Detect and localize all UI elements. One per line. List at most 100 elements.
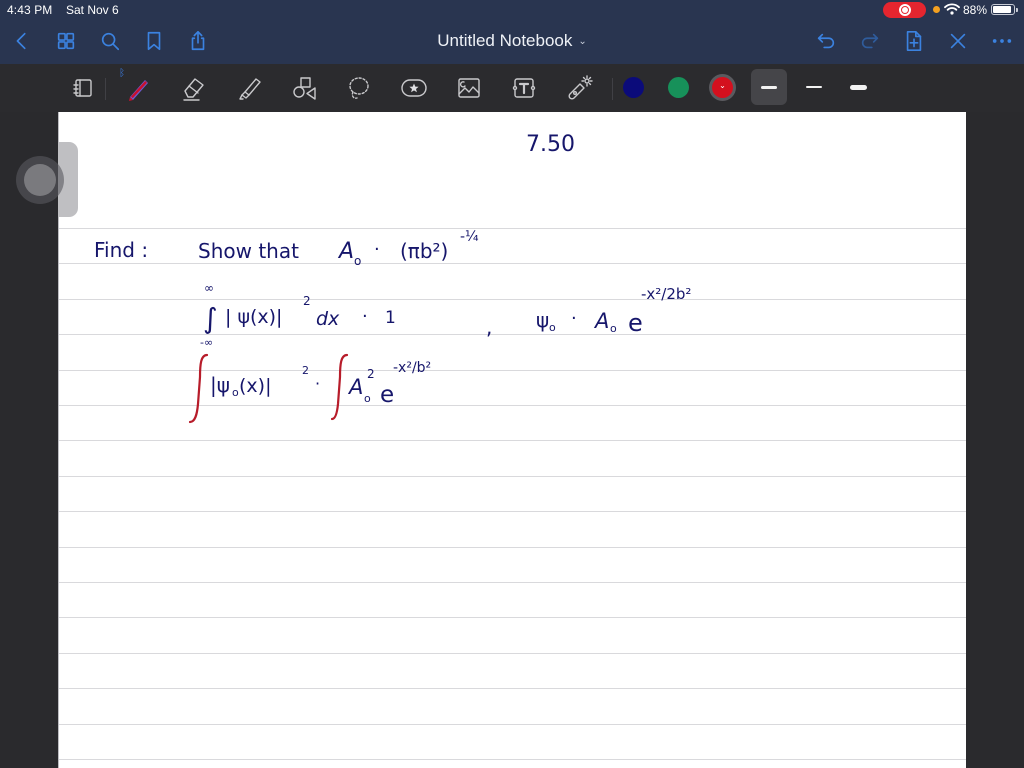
lasso-icon [349,77,369,99]
equals-dot-2: · [362,306,368,327]
redo-icon [861,33,879,49]
e-symbol-2: e [380,382,394,408]
lasso-tool-button[interactable] [342,72,376,104]
thumbnails-button[interactable] [53,28,79,54]
status-date: Sat Nov 6 [66,3,119,17]
integrand-psi0-subscript: o [232,386,239,399]
eraser-icon [183,78,204,101]
chevron-down-icon: ⌄ [719,81,726,90]
pen-icon [129,80,148,101]
integrand-psi0: |ψ [210,373,230,397]
equals-dot-3: · [571,308,577,329]
notebook-title[interactable]: Untitled Notebook ⌄ [437,31,587,50]
share-button[interactable] [185,28,211,54]
highlighter-icon [239,78,261,100]
a0-symbol: A [337,239,354,264]
pen-tool-button[interactable]: ᛒ [119,68,155,104]
goodnotes-app: 4:43 PM Sat Nov 6 88% Untitled Notebook … [0,0,1024,768]
undo-button[interactable] [813,28,839,54]
color-swatch-navy[interactable] [623,77,644,98]
add-page-button[interactable] [901,28,927,54]
psi0-symbol: ψ [536,308,549,332]
integrand-power: 2 [302,364,309,377]
image-icon [458,78,480,98]
sticker-icon [401,79,427,97]
bluetooth-icon: ᛒ [119,68,125,79]
status-time: 4:43 PM [7,3,53,17]
add-page-icon [906,31,922,51]
back-button[interactable] [9,28,35,54]
integral-sign-red-1 [188,353,209,424]
more-icon [992,39,1012,43]
integral-sign: ∫ [203,302,218,335]
value-one: 1 [385,308,396,328]
search-button[interactable] [97,28,123,54]
equals-dot-4: · [315,374,320,393]
laser-pointer-icon [568,75,593,100]
psi0-subscript: o [549,321,556,334]
handwriting-layer: 7.50 Find : Show that A o · (πb²) -¼ ∞ ∫… [94,132,691,424]
stroke-width-medium[interactable] [751,69,787,105]
laser-pointer-tool-button[interactable] [562,72,596,104]
shapes-icon [293,77,316,100]
assistive-touch-button[interactable] [16,156,64,204]
highlighter-tool-button[interactable] [232,72,266,104]
a0-squared-subscript: o [364,392,371,405]
record-dot-icon [902,7,908,13]
a0-squared-power: 2 [367,367,375,381]
image-tool-button[interactable] [452,72,486,104]
redo-button[interactable] [857,28,883,54]
close-toolbar-button[interactable] [945,28,971,54]
sticker-tool-button[interactable] [397,72,431,104]
a0-symbol-2: A [593,309,609,333]
battery-icon [991,4,1018,15]
microphone-in-use-dot [933,6,940,13]
screen-recording-indicator[interactable] [883,2,926,18]
page-layout-icon [73,79,92,97]
e-symbol: e [628,309,643,337]
a0-subscript-2: o [610,322,617,335]
top-bar: 4:43 PM Sat Nov 6 88% Untitled Notebook … [0,0,1024,64]
back-icon [16,32,26,50]
bookmark-icon [147,31,161,51]
dx: dx [316,308,340,330]
color-swatch-red[interactable]: ⌄ [712,77,733,98]
undo-icon [817,33,835,49]
eraser-tool-button[interactable] [176,72,210,104]
integral-sign-red-2 [330,353,349,421]
battery-percent: 88% [963,3,988,17]
stroke-width-thick[interactable] [840,69,876,105]
a0-squared: A [347,375,363,399]
battery-level [993,6,1011,13]
stroke-width-thin[interactable] [796,69,832,105]
find-label: Find : [94,238,148,262]
pi-b-squared: (πb²) [400,239,448,263]
color-swatch-green[interactable] [668,77,689,98]
thumbnails-grid-icon [57,32,75,50]
exponent-neg-quarter: -¼ [460,229,479,245]
text-icon [512,78,536,98]
exponent-gaussian-2: -x²/b² [393,360,431,376]
a0-subscript: o [354,254,361,268]
integrand-rest: (x)| [239,375,271,397]
comma: , [486,315,492,339]
page-layout-button[interactable] [66,72,100,104]
integral-upper-limit: ∞ [204,281,214,295]
problem-number: 7.50 [526,132,575,157]
notebook-page[interactable]: 7.50 Find : Show that A o · (πb²) -¼ ∞ ∫… [58,112,966,768]
search-icon [101,32,120,51]
share-icon [191,31,205,51]
psi-abs: | ψ(x)| [225,306,282,328]
close-toolbar-icon [950,33,966,49]
equals-dot: · [374,239,380,260]
text-tool-button[interactable] [507,72,541,104]
integral-lower-limit: -∞ [200,336,213,349]
psi-power: 2 [303,294,311,308]
more-button[interactable] [989,28,1015,54]
shapes-tool-button[interactable] [287,72,321,104]
bookmark-button[interactable] [141,28,167,54]
wifi-icon [944,3,960,15]
title-chevron-icon: ⌄ [578,36,587,47]
show-that-text: Show that [198,239,299,263]
exponent-gaussian: -x²/2b² [641,285,691,303]
